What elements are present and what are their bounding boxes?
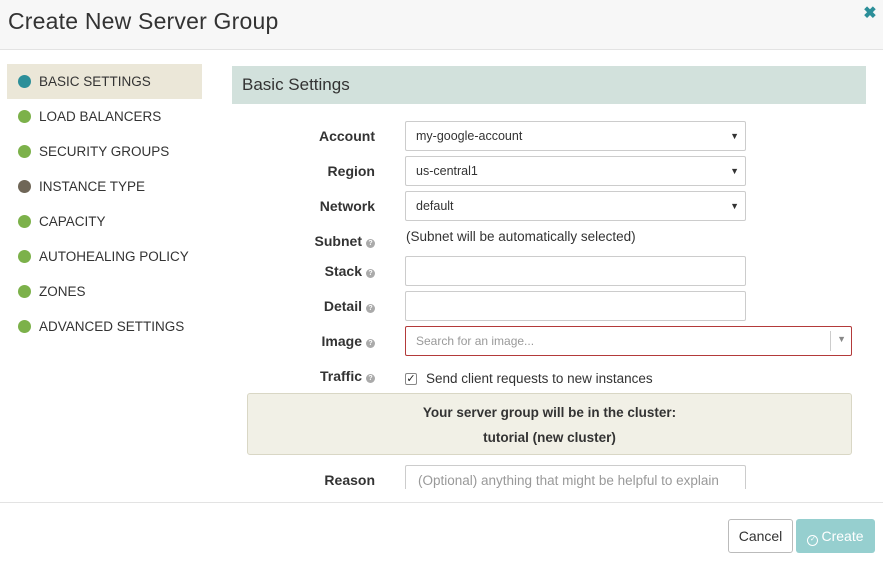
traffic-checkbox-label[interactable]: Send client requests to new instances [426, 371, 653, 386]
network-label: Network [319, 198, 375, 214]
nav-item-load-balancers[interactable]: LOAD BALANCERS [7, 99, 202, 134]
modal-footer: Cancel ✓ Create [0, 502, 883, 565]
nav-item-label: BASIC SETTINGS [39, 74, 151, 89]
region-select[interactable]: us-central1 ▼ [405, 156, 746, 186]
nav-item-label: ZONES [39, 284, 86, 299]
cluster-info-box: Your server group will be in the cluster… [247, 393, 852, 455]
status-dot-icon [18, 250, 31, 263]
account-select[interactable]: my-google-account ▼ [405, 121, 746, 151]
caret-down-icon: ▼ [730, 201, 739, 211]
detail-input[interactable] [405, 291, 746, 321]
image-label: Image [321, 333, 362, 349]
detail-label: Detail [323, 298, 362, 314]
help-icon[interactable]: ? [366, 269, 375, 278]
nav-item-security-groups[interactable]: SECURITY GROUPS [7, 134, 202, 169]
reason-label: Reason [324, 472, 375, 488]
check-circle-icon: ✓ [807, 535, 819, 546]
status-dot-icon [18, 320, 31, 333]
caret-down-icon[interactable]: ▼ [837, 334, 846, 344]
nav-item-autohealing-policy[interactable]: AUTOHEALING POLICY [7, 239, 202, 274]
wizard-nav: BASIC SETTINGS LOAD BALANCERS SECURITY G… [7, 64, 202, 344]
traffic-checkbox[interactable]: ✓ [405, 373, 417, 385]
subnet-label: Subnet [314, 233, 362, 249]
modal-title: Create New Server Group [8, 8, 279, 34]
nav-item-advanced-settings[interactable]: ADVANCED SETTINGS [7, 309, 202, 344]
image-label-row: Image? [215, 333, 375, 349]
stack-label-row: Stack? [215, 263, 375, 279]
cancel-button[interactable]: Cancel [728, 519, 793, 553]
region-value: us-central1 [416, 164, 478, 178]
create-button-label: Create [821, 528, 864, 544]
nav-item-label: ADVANCED SETTINGS [39, 319, 185, 334]
help-icon[interactable]: ? [366, 239, 375, 248]
stack-label: Stack [324, 263, 362, 279]
traffic-label: Traffic [319, 368, 362, 384]
nav-item-instance-type[interactable]: INSTANCE TYPE [7, 169, 202, 204]
help-icon[interactable]: ? [366, 374, 375, 383]
section-title: Basic Settings [242, 75, 350, 94]
reason-textarea[interactable]: (Optional) anything that might be helpfu… [405, 465, 746, 489]
detail-label-row: Detail? [215, 298, 375, 314]
help-icon[interactable]: ? [366, 304, 375, 313]
subnet-label-row: Subnet? [215, 233, 375, 249]
create-button[interactable]: ✓ Create [796, 519, 875, 553]
network-value: default [416, 199, 454, 213]
account-value: my-google-account [416, 129, 523, 143]
cluster-name: tutorial (new cluster) [483, 430, 616, 445]
nav-item-zones[interactable]: ZONES [7, 274, 202, 309]
network-select[interactable]: default ▼ [405, 191, 746, 221]
nav-item-label: LOAD BALANCERS [39, 109, 162, 124]
account-label: Account [319, 128, 375, 144]
caret-down-icon: ▼ [730, 166, 739, 176]
nav-item-label: INSTANCE TYPE [39, 179, 146, 194]
modal-header: Create New Server Group ✖ [0, 0, 883, 50]
section-header: Basic Settings [232, 66, 866, 104]
reason-placeholder: (Optional) anything that might be helpfu… [418, 473, 719, 488]
status-dot-icon [18, 75, 31, 88]
caret-down-icon: ▼ [730, 131, 739, 141]
cluster-info-heading: Your server group will be in the cluster… [422, 405, 677, 420]
region-label: Region [327, 163, 375, 179]
divider [830, 331, 831, 351]
status-dot-icon [18, 285, 31, 298]
status-dot-icon [18, 215, 31, 228]
help-icon[interactable]: ? [366, 339, 375, 348]
close-icon[interactable]: ✖ [863, 5, 877, 23]
status-dot-icon [18, 180, 31, 193]
subnet-text: (Subnet will be automatically selected) [406, 229, 636, 244]
image-placeholder: Search for an image... [416, 334, 535, 348]
traffic-label-row: Traffic? [215, 368, 375, 384]
status-dot-icon [18, 110, 31, 123]
nav-item-capacity[interactable]: CAPACITY [7, 204, 202, 239]
image-search-select[interactable]: Search for an image... ▼ [405, 326, 852, 356]
nav-item-label: AUTOHEALING POLICY [39, 249, 189, 264]
status-dot-icon [18, 145, 31, 158]
create-server-group-modal: Create New Server Group ✖ BASIC SETTINGS… [0, 0, 883, 565]
stack-input[interactable] [405, 256, 746, 286]
nav-item-label: SECURITY GROUPS [39, 144, 170, 159]
nav-item-label: CAPACITY [39, 214, 106, 229]
nav-item-basic-settings[interactable]: BASIC SETTINGS [7, 64, 202, 99]
